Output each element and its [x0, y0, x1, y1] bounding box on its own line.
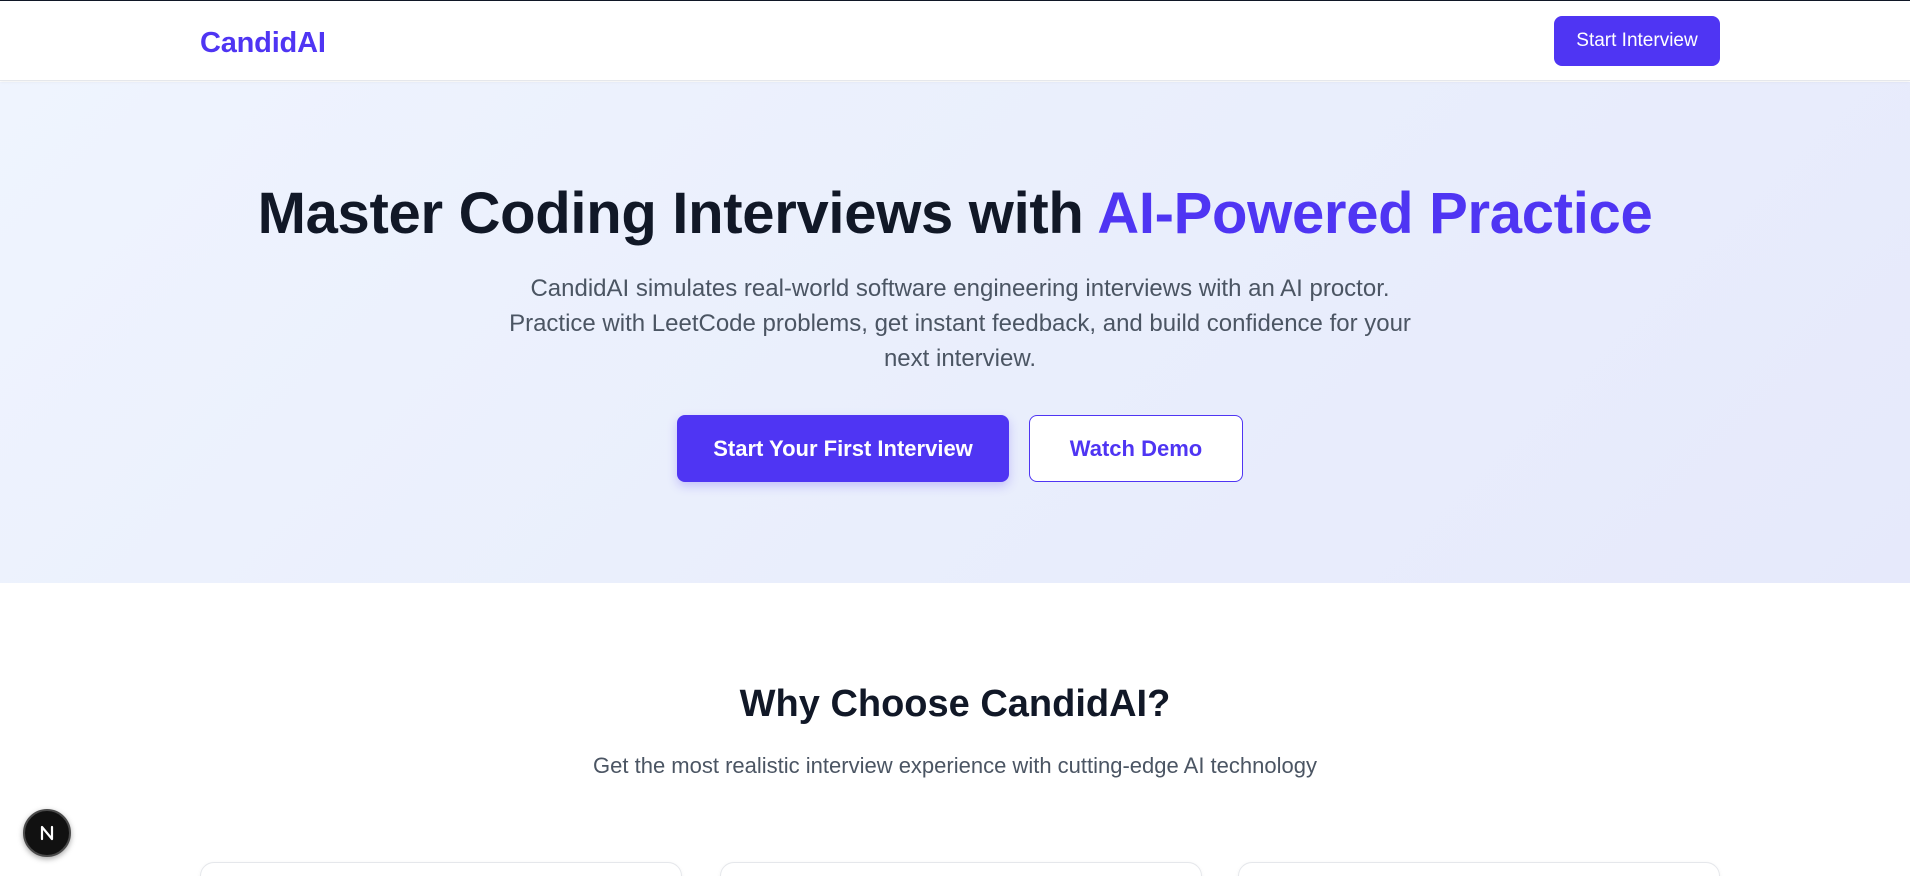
watch-demo-button[interactable]: Watch Demo [1029, 415, 1243, 482]
hero-title-prefix: Master Coding Interviews with [257, 181, 1098, 246]
hero-subtitle: CandidAI simulates real-world software e… [480, 271, 1440, 376]
hero-subtitle-line: CandidAI simulates real-world software e… [530, 275, 1390, 302]
feature-card [200, 862, 682, 876]
nextjs-icon [40, 825, 54, 841]
start-interview-button[interactable]: Start Interview [1554, 16, 1720, 66]
features-subtitle: Get the most realistic interview experie… [593, 753, 1317, 778]
hero-subtitle-line: next interview. [883, 345, 1037, 372]
feature-card [1238, 862, 1720, 876]
top-navbar: CandidAI Start Interview [0, 1, 1910, 81]
features-title: Why Choose CandidAI? [739, 683, 1171, 725]
hero-section: Master Coding Interviews with AI-Powered… [0, 82, 1910, 583]
hero-title: Master Coding Interviews with AI-Powered… [0, 180, 1910, 247]
nextjs-dev-indicator-button[interactable] [23, 809, 71, 857]
feature-card [720, 862, 1202, 876]
start-first-interview-button[interactable]: Start Your First Interview [677, 415, 1009, 482]
hero-subtitle-line: Practice with LeetCode problems, get ins… [509, 310, 1411, 337]
hero-title-accent: AI-Powered Practice [1097, 181, 1653, 246]
logo[interactable]: CandidAI [200, 27, 326, 60]
